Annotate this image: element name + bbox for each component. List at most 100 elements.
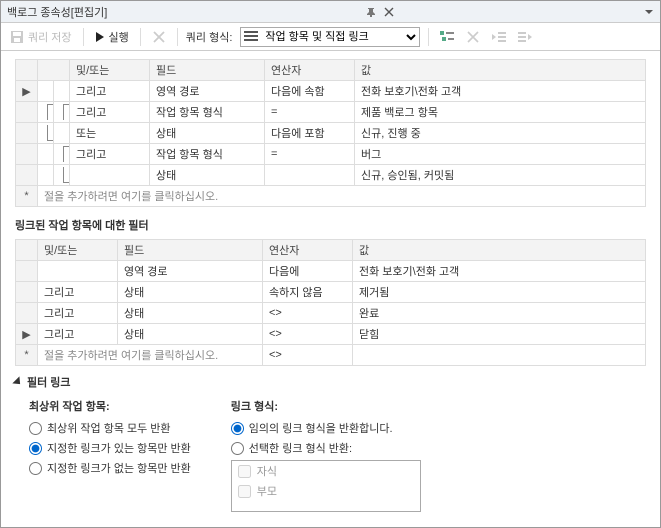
field-cell[interactable]: 상태: [150, 123, 265, 144]
link-format-label: 링크 형식:: [231, 398, 421, 414]
andor-cell[interactable]: 또는: [70, 123, 150, 144]
table-row[interactable]: 그리고상태속하지 않음제거됨: [16, 282, 646, 303]
value-cell[interactable]: 제품 백로그 항목: [355, 102, 646, 123]
table-row[interactable]: 또는상태다음에 포함신규, 진행 중: [16, 123, 646, 144]
row-marker: ▶: [16, 324, 38, 345]
radio-input[interactable]: [29, 462, 42, 475]
filter-link-section: 필터 링크 최상위 작업 항목: 최상위 작업 항목 모두 반환지정한 링크가 …: [1, 370, 660, 516]
field-cell[interactable]: 상태: [118, 303, 263, 324]
query-format-combo[interactable]: 작업 항목 및 직접 링크: [240, 27, 420, 47]
field-cell[interactable]: 상태: [150, 165, 265, 186]
toolbar: 쿼리 저장 실행 쿼리 형식: 작업 항목 및 직접 링크: [1, 23, 660, 51]
window-title: 백로그 종속성[편집기]: [7, 4, 115, 20]
field-cell[interactable]: 영역 경로: [150, 81, 265, 102]
radio-label: 지정한 링크가 없는 항목만 반환: [47, 460, 191, 476]
indent-right-icon: [515, 27, 535, 47]
table-row[interactable]: ▶그리고상태<>닫힘: [16, 324, 646, 345]
operator-cell[interactable]: =: [265, 144, 355, 165]
grid-header-row: 및/또는 필드 연산자 값: [16, 60, 646, 81]
operator-cell[interactable]: 속하지 않음: [263, 282, 353, 303]
link-format-option[interactable]: 선택한 링크 형식 반환:: [231, 440, 421, 456]
row-marker: [16, 261, 38, 282]
value-cell[interactable]: 제거됨: [353, 282, 646, 303]
andor-cell[interactable]: [38, 261, 118, 282]
field-cell[interactable]: 영역 경로: [118, 261, 263, 282]
cancel-icon: [149, 27, 169, 47]
value-cell[interactable]: 버그: [355, 144, 646, 165]
value-cell[interactable]: 완료: [353, 303, 646, 324]
operator-cell[interactable]: [265, 165, 355, 186]
row-marker: [16, 303, 38, 324]
link-format-option[interactable]: 임의의 링크 형식을 반환합니다.: [231, 420, 421, 436]
run-button[interactable]: 실행: [92, 27, 132, 47]
field-cell[interactable]: 작업 항목 형식: [150, 144, 265, 165]
top-items-option[interactable]: 지정한 링크가 있는 항목만 반환: [29, 440, 191, 456]
row-marker: [16, 123, 38, 144]
radio-label: 선택한 링크 형식 반환:: [249, 440, 352, 456]
save-query-button[interactable]: 쿼리 저장: [7, 27, 75, 47]
value-cell[interactable]: 전화 보호기\전화 고객: [353, 261, 646, 282]
operator-cell[interactable]: <>: [263, 303, 353, 324]
expand-icon: [12, 376, 23, 387]
radio-input[interactable]: [29, 422, 42, 435]
field-cell[interactable]: 상태: [118, 324, 263, 345]
link-type-label: 부모: [257, 483, 277, 499]
close-icon[interactable]: [382, 5, 396, 19]
andor-cell[interactable]: 그리고: [38, 303, 118, 324]
pin-icon[interactable]: [364, 5, 378, 19]
value-cell[interactable]: 신규, 진행 중: [355, 123, 646, 144]
query-format-label: 쿼리 형식:: [186, 29, 233, 45]
operator-cell[interactable]: 다음에: [263, 261, 353, 282]
link-type-item[interactable]: 부모: [232, 481, 420, 501]
operator-cell[interactable]: <>: [263, 324, 353, 345]
row-marker: [16, 165, 38, 186]
andor-cell[interactable]: 그리고: [70, 102, 150, 123]
link-type-label: 자식: [257, 463, 277, 479]
row-marker: [16, 144, 38, 165]
link-format-group: 링크 형식: 임의의 링크 형식을 반환합니다. 선택한 링크 형식 반환: 자식…: [231, 398, 421, 512]
radio-label: 최상위 작업 항목 모두 반환: [47, 420, 171, 436]
andor-cell[interactable]: 그리고: [70, 144, 150, 165]
checkbox-input: [238, 485, 251, 498]
table-row[interactable]: 영역 경로다음에전화 보호기\전화 고객: [16, 261, 646, 282]
delete-clause-icon: [463, 27, 483, 47]
link-type-list[interactable]: 자식부모: [231, 460, 421, 512]
value-cell[interactable]: 신규, 승인됨, 커밋됨: [355, 165, 646, 186]
new-clause-row[interactable]: *절을 추가하려면 여기를 클릭하십시오.<>: [16, 345, 646, 366]
filter-link-header[interactable]: 필터 링크: [15, 374, 646, 390]
andor-cell[interactable]: 그리고: [38, 324, 118, 345]
linked-filter-grid[interactable]: 및/또는 필드 연산자 값 영역 경로다음에전화 보호기\전화 고객그리고상태속…: [15, 239, 646, 366]
andor-cell[interactable]: 그리고: [38, 282, 118, 303]
andor-cell[interactable]: [70, 165, 150, 186]
operator-cell[interactable]: 다음에 포함: [265, 123, 355, 144]
window-menu-dropdown-icon[interactable]: [644, 7, 654, 17]
andor-cell[interactable]: 그리고: [70, 81, 150, 102]
field-cell[interactable]: 상태: [118, 282, 263, 303]
field-cell[interactable]: 작업 항목 형식: [150, 102, 265, 123]
table-row[interactable]: 상태 신규, 승인됨, 커밋됨: [16, 165, 646, 186]
radio-input[interactable]: [29, 442, 42, 455]
tree-toggle-icon[interactable]: [437, 27, 457, 47]
table-row[interactable]: 그리고작업 항목 형식=버그: [16, 144, 646, 165]
value-cell[interactable]: 닫힘: [353, 324, 646, 345]
title-bar: 백로그 종속성[편집기]: [1, 1, 660, 23]
top-items-option[interactable]: 지정한 링크가 없는 항목만 반환: [29, 460, 191, 476]
link-type-item[interactable]: 자식: [232, 461, 420, 481]
table-row[interactable]: ▶그리고영역 경로다음에 속함전화 보호기\전화 고객: [16, 81, 646, 102]
new-clause-row[interactable]: *절을 추가하려면 여기를 클릭하십시오.: [16, 186, 646, 207]
radio-input[interactable]: [231, 442, 244, 455]
top-items-option[interactable]: 최상위 작업 항목 모두 반환: [29, 420, 191, 436]
table-row[interactable]: 그리고상태<>완료: [16, 303, 646, 324]
operator-cell[interactable]: =: [265, 102, 355, 123]
table-row[interactable]: 그리고작업 항목 형식=제품 백로그 항목: [16, 102, 646, 123]
top-filter-grid[interactable]: 및/또는 필드 연산자 값 ▶그리고영역 경로다음에 속함전화 보호기\전화 고…: [15, 59, 646, 207]
indent-left-icon: [489, 27, 509, 47]
radio-input[interactable]: [231, 422, 244, 435]
checkbox-input: [238, 465, 251, 478]
operator-cell[interactable]: 다음에 속함: [265, 81, 355, 102]
value-cell[interactable]: 전화 보호기\전화 고객: [355, 81, 646, 102]
radio-label: 지정한 링크가 있는 항목만 반환: [47, 440, 191, 456]
top-items-label: 최상위 작업 항목:: [29, 398, 191, 414]
grid-header-row: 및/또는 필드 연산자 값: [16, 240, 646, 261]
linked-filter-title: 링크된 작업 항목에 대한 필터: [15, 217, 646, 233]
